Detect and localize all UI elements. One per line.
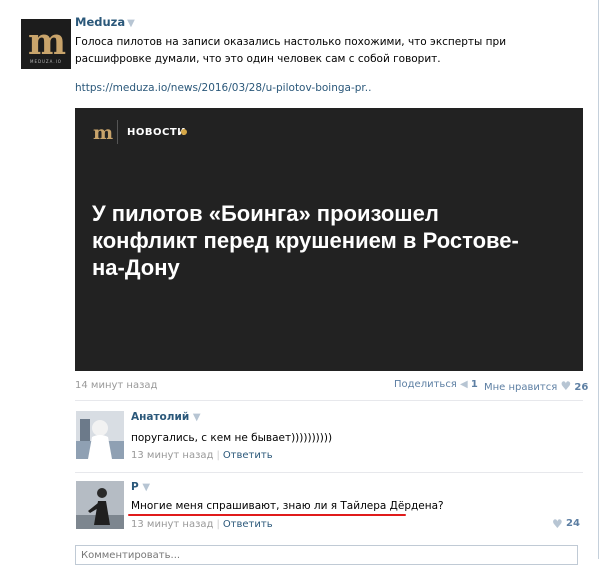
comment-divider <box>75 472 583 473</box>
heart-icon[interactable]: ♥ <box>552 517 563 531</box>
author-avatar[interactable]: m MEDUZA.IO <box>21 19 71 69</box>
avatar-tag: MEDUZA.IO <box>30 59 62 64</box>
comment-meta: 13 минут назад | Ответить <box>131 450 273 461</box>
like-count: 26 <box>574 382 589 393</box>
author-name[interactable]: Meduza <box>75 15 125 29</box>
avatar-photo <box>76 481 124 529</box>
comment-author-name[interactable]: Р <box>131 481 139 493</box>
comment-avatar[interactable] <box>76 411 124 459</box>
card-section: НОВОСТИ <box>127 127 187 138</box>
post-time[interactable]: 14 минут назад <box>75 380 157 391</box>
comment-dropdown-icon[interactable]: ▼ <box>193 412 201 423</box>
comment-author-name[interactable]: Анатолий <box>131 411 189 423</box>
share-button[interactable]: Поделиться ◀ 1 <box>394 379 478 390</box>
like-button[interactable]: Мне нравится ♥ 26 <box>484 379 588 393</box>
post-link[interactable]: https://meduza.io/news/2016/03/28/u-pilo… <box>75 82 371 94</box>
comment-avatar[interactable] <box>76 481 124 529</box>
share-label: Поделиться <box>394 379 457 390</box>
comment-input[interactable]: Комментировать... <box>75 545 578 565</box>
megaphone-icon: ◀ <box>460 379 468 390</box>
share-count: 1 <box>470 379 478 390</box>
card-headline: У пилотов «Боинга» произошел конфликт пе… <box>92 201 519 280</box>
link-preview-card[interactable]: m НОВОСТИ У пилотов «Боинга» произошел к… <box>75 108 583 371</box>
reply-button[interactable]: Ответить <box>223 450 273 461</box>
card-divider <box>117 120 118 144</box>
post-text: Голоса пилотов на записи оказались насто… <box>75 36 507 65</box>
avatar-logo: m <box>28 21 66 63</box>
post-author[interactable]: Meduza ▼ <box>75 15 135 29</box>
comment-author[interactable]: Анатолий ▼ <box>131 411 201 423</box>
avatar-photo <box>76 411 124 459</box>
comments-divider <box>75 400 583 401</box>
card-logo: m <box>93 122 114 144</box>
comment-author[interactable]: Р ▼ <box>131 481 150 493</box>
reply-button[interactable]: Ответить <box>223 519 273 530</box>
comment-text: поругались, с кем не бывает)))))))))) <box>131 432 333 444</box>
highlight-underline <box>128 514 406 516</box>
comment-dropdown-icon[interactable]: ▼ <box>142 482 150 493</box>
comment-time[interactable]: 13 минут назад <box>131 519 213 530</box>
heart-icon: ♥ <box>560 379 572 393</box>
comment-like-count[interactable]: 24 <box>566 518 580 529</box>
comment-meta: 13 минут назад | Ответить <box>131 519 273 530</box>
author-dropdown-icon[interactable]: ▼ <box>127 18 135 29</box>
comment-text: Многие меня спрашивают, знаю ли я Тайлер… <box>131 500 444 512</box>
comment-time[interactable]: 13 минут назад <box>131 450 213 461</box>
like-label: Мне нравится <box>484 382 558 393</box>
live-dot-icon <box>181 129 187 135</box>
